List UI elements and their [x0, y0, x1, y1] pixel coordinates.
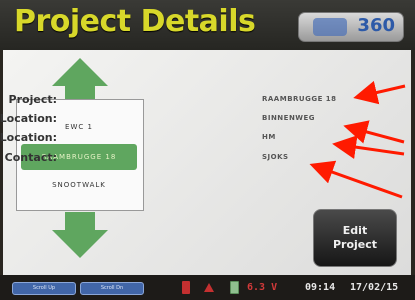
scroll-up-arrow-icon[interactable]	[52, 58, 108, 86]
scroll-up-arrow-stem[interactable]	[65, 84, 95, 100]
location-value: HM	[262, 133, 276, 141]
location-label: Location:	[0, 112, 57, 125]
page-title: Project Details	[14, 4, 256, 39]
project-value: RAAMBRUGGE 18	[262, 95, 337, 103]
scroll-down-button[interactable]: Scroll Dn	[80, 282, 144, 295]
alarm-icon	[182, 281, 190, 294]
scroll-down-arrow-stem[interactable]	[65, 212, 95, 232]
project-list-item[interactable]: SNOOTWALK	[21, 172, 137, 198]
status-bar: Scroll Up Scroll Dn 6.3 V 09:14 17/02/15	[0, 275, 415, 300]
battery-icon	[230, 281, 239, 294]
edit-button-label-line-1: Edit	[342, 224, 368, 237]
edit-button-label-line-2: Project	[332, 238, 378, 251]
project-label: Project:	[8, 93, 57, 106]
voltage-readout: 6.3 V	[247, 282, 278, 293]
title-bar: Project Details 360	[0, 0, 415, 50]
warning-icon	[204, 283, 214, 292]
clock-date: 17/02/15	[350, 282, 399, 293]
scroll-down-arrow-icon[interactable]	[52, 230, 108, 258]
brand-logo: 360	[298, 12, 404, 42]
clock-time: 09:14	[305, 282, 336, 293]
location-value: BINNENWEG	[262, 114, 316, 122]
edit-project-button[interactable]: Edit Project	[313, 209, 397, 267]
contact-value: SJOKS	[262, 153, 289, 161]
scroll-up-button[interactable]: Scroll Up	[12, 282, 76, 295]
logo-badge-icon	[313, 18, 347, 36]
location-label: Location:	[0, 131, 57, 144]
contact-label: Contact:	[4, 151, 57, 164]
logo-text: 360	[357, 15, 395, 36]
